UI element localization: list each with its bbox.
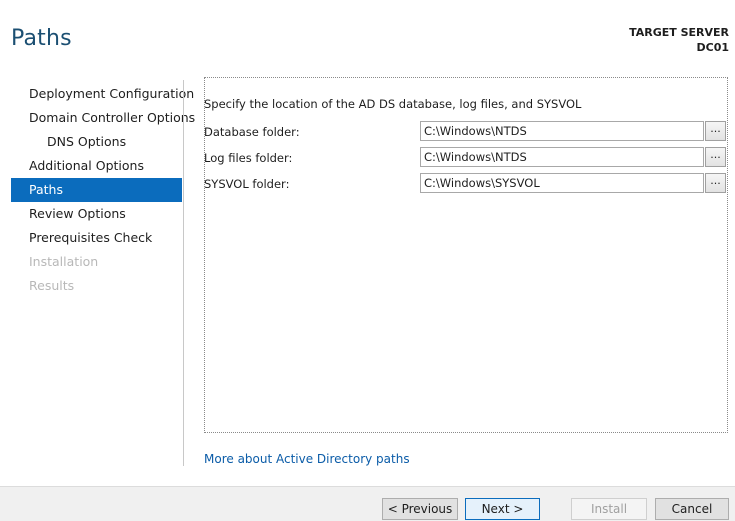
nav-item-domain-controller-options[interactable]: Domain Controller Options: [11, 106, 195, 130]
more-about-ad-paths-link[interactable]: More about Active Directory paths: [204, 452, 410, 466]
nav-item-additional-options[interactable]: Additional Options: [11, 154, 182, 178]
sysvol-folder-label: SYSVOL folder:: [204, 177, 290, 191]
install-button: Install: [571, 498, 647, 520]
target-server-name: DC01: [696, 41, 729, 54]
paths-description: Specify the location of the AD DS databa…: [204, 97, 582, 111]
log-files-folder-browse-button[interactable]: ...: [705, 147, 726, 167]
cancel-button[interactable]: Cancel: [655, 498, 729, 520]
nav-item-review-options[interactable]: Review Options: [11, 202, 182, 226]
log-files-folder-row: Log files folder: ...: [204, 147, 726, 169]
wizard-footer: < Previous Next > Install Cancel: [0, 486, 735, 521]
nav-item-dns-options[interactable]: DNS Options: [11, 130, 182, 154]
target-server-label: TARGET SERVER: [629, 26, 729, 39]
database-folder-label: Database folder:: [204, 125, 300, 139]
nav-item-results: Results: [29, 278, 75, 293]
page-title: Paths: [11, 26, 72, 51]
sysvol-folder-input[interactable]: [420, 173, 704, 193]
database-folder-browse-button[interactable]: ...: [705, 121, 726, 141]
nav-divider: [183, 80, 184, 466]
target-server: TARGET SERVER DC01: [629, 25, 729, 55]
nav-item-paths[interactable]: Paths: [11, 178, 182, 202]
sysvol-folder-browse-button[interactable]: ...: [705, 173, 726, 193]
log-files-folder-label: Log files folder:: [204, 151, 293, 165]
log-files-folder-input[interactable]: [420, 147, 704, 167]
nav-item-installation: Installation: [29, 254, 99, 269]
sysvol-folder-row: SYSVOL folder: ...: [204, 173, 726, 195]
database-folder-row: Database folder: ...: [204, 121, 726, 143]
nav-item-prerequisites-check[interactable]: Prerequisites Check: [11, 226, 182, 250]
previous-button[interactable]: < Previous: [382, 498, 458, 520]
nav-item-deployment-configuration[interactable]: Deployment Configuration: [11, 82, 194, 106]
wizard-nav: Deployment Configuration Domain Controll…: [11, 82, 195, 298]
next-button[interactable]: Next >: [465, 498, 540, 520]
database-folder-input[interactable]: [420, 121, 704, 141]
